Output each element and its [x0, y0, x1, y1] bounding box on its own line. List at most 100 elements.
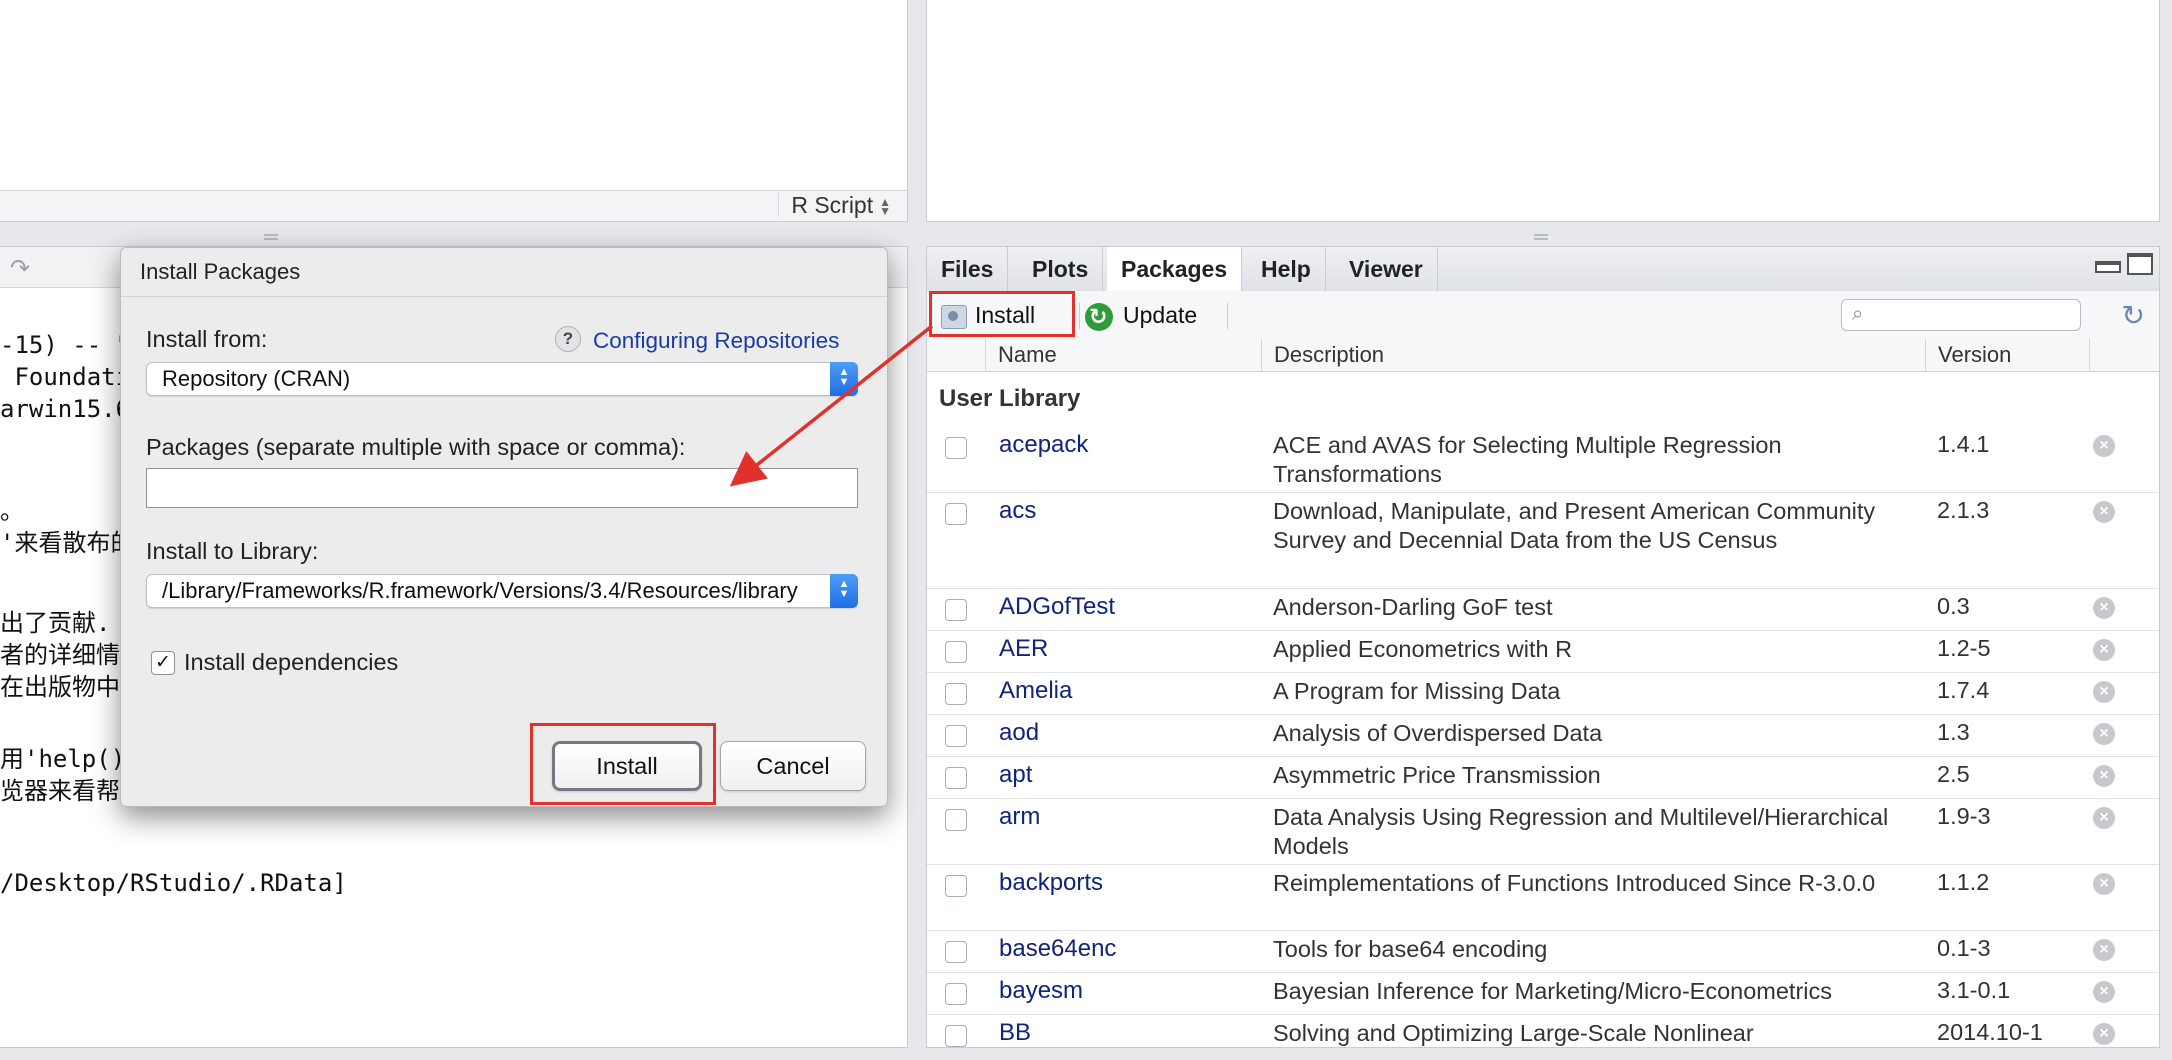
- package-name-link[interactable]: acs: [999, 497, 1036, 525]
- package-version: 2014.10-1: [1937, 1019, 2043, 1045]
- packages-pane: Files Plots Packages Help Viewer Install…: [926, 246, 2160, 1048]
- package-checkbox[interactable]: [945, 683, 967, 705]
- console-line: Foundati: [0, 363, 131, 391]
- horizontal-splitter-right[interactable]: [1534, 234, 1548, 240]
- source-status-bar: R Script ▲ ▼: [0, 190, 907, 221]
- select-arrows-icon: ▲ ▼: [830, 574, 858, 608]
- packages-toolbar: Install Update ⌕ ↻: [927, 291, 2159, 340]
- update-icon: [1085, 299, 1113, 335]
- refresh-icon[interactable]: ↻: [2122, 299, 2145, 332]
- remove-package-icon[interactable]: ×: [2093, 639, 2115, 661]
- remove-package-icon[interactable]: ×: [2093, 873, 2115, 895]
- package-checkbox[interactable]: [945, 875, 967, 897]
- package-name-link[interactable]: backports: [999, 869, 1103, 897]
- configuring-repositories-link[interactable]: Configuring Repositories: [593, 328, 839, 354]
- console-line: 览器来看帮: [0, 777, 120, 805]
- remove-package-icon[interactable]: ×: [2093, 981, 2115, 1003]
- remove-package-icon[interactable]: ×: [2093, 681, 2115, 703]
- search-icon: ⌕: [1852, 303, 1864, 325]
- package-description: Download, Manipulate, and Present Americ…: [1273, 498, 1876, 553]
- remove-package-icon[interactable]: ×: [2093, 597, 2115, 619]
- package-checkbox[interactable]: [945, 941, 967, 963]
- packages-input[interactable]: [146, 468, 858, 508]
- remove-package-icon[interactable]: ×: [2093, 435, 2115, 457]
- tab-files[interactable]: Files: [927, 247, 1009, 291]
- minimize-pane-icon[interactable]: [2095, 261, 2121, 273]
- package-name-link[interactable]: acepack: [999, 431, 1088, 459]
- table-row: Amelia A Program for Missing Data 1.7.4 …: [927, 673, 2159, 715]
- package-name-link[interactable]: arm: [999, 803, 1040, 831]
- console-line: 用'help(): [0, 745, 126, 773]
- package-checkbox[interactable]: [945, 809, 967, 831]
- remove-package-icon[interactable]: ×: [2093, 765, 2115, 787]
- tab-viewer[interactable]: Viewer: [1335, 247, 1438, 291]
- package-name-link[interactable]: AER: [999, 635, 1048, 663]
- table-row: acepack ACE and AVAS for Selecting Multi…: [927, 427, 2159, 493]
- horizontal-splitter-left[interactable]: [264, 234, 278, 240]
- package-name-link[interactable]: ADGofTest: [999, 593, 1115, 621]
- remove-package-icon[interactable]: ×: [2093, 939, 2115, 961]
- package-version: 0.1-3: [1937, 935, 1991, 961]
- install-to-library-label: Install to Library:: [146, 538, 319, 564]
- install-packages-dialog: Install Packages Install from: ? Configu…: [120, 247, 888, 807]
- script-type-selector[interactable]: R Script ▲ ▼: [778, 193, 899, 217]
- console-line: /Desktop/RStudio/.RData]: [0, 869, 347, 897]
- install-button[interactable]: Install: [552, 741, 702, 791]
- column-header-description[interactable]: Description: [1261, 339, 1925, 371]
- user-library-heading: User Library: [939, 385, 1081, 412]
- table-row: apt Asymmetric Price Transmission 2.5 ×: [927, 757, 2159, 799]
- package-name-link[interactable]: bayesm: [999, 977, 1083, 1005]
- package-checkbox[interactable]: [945, 503, 967, 525]
- package-checkbox[interactable]: [945, 1025, 967, 1047]
- table-row: aod Analysis of Overdispersed Data 1.3 ×: [927, 715, 2159, 757]
- remove-package-icon[interactable]: ×: [2093, 1023, 2115, 1045]
- install-to-library-select[interactable]: /Library/Frameworks/R.framework/Versions…: [146, 574, 858, 608]
- package-version: 2.1.3: [1937, 497, 1990, 523]
- update-packages-button[interactable]: Update: [1085, 297, 1197, 335]
- package-name-link[interactable]: BB: [999, 1019, 1031, 1047]
- help-icon[interactable]: ?: [555, 326, 581, 352]
- install-dependencies-checkbox[interactable]: ✓: [151, 651, 175, 675]
- package-checkbox[interactable]: [945, 641, 967, 663]
- remove-package-icon[interactable]: ×: [2093, 723, 2115, 745]
- updown-arrows-icon: ▲ ▼: [879, 194, 891, 218]
- tab-help[interactable]: Help: [1247, 247, 1326, 291]
- install-dependencies-label: Install dependencies: [184, 649, 399, 675]
- package-name-link[interactable]: aod: [999, 719, 1039, 747]
- dialog-title: Install Packages: [121, 248, 887, 297]
- package-description: A Program for Missing Data: [1273, 678, 1561, 704]
- column-header-version[interactable]: Version: [1925, 339, 2089, 371]
- package-name-link[interactable]: apt: [999, 761, 1032, 789]
- remove-package-icon[interactable]: ×: [2093, 807, 2115, 829]
- install-from-select[interactable]: Repository (CRAN) ▲ ▼: [146, 362, 858, 396]
- package-checkbox[interactable]: [945, 599, 967, 621]
- forward-arrow-icon[interactable]: ↷: [10, 254, 40, 282]
- package-description: Tools for base64 encoding: [1273, 936, 1548, 962]
- tab-plots[interactable]: Plots: [1018, 247, 1104, 291]
- remove-package-icon[interactable]: ×: [2093, 501, 2115, 523]
- column-header-remove: [2089, 339, 2159, 371]
- package-description: ACE and AVAS for Selecting Multiple Regr…: [1273, 432, 1782, 487]
- package-checkbox[interactable]: [945, 983, 967, 1005]
- source-pane: R Script ▲ ▼: [0, 0, 908, 222]
- package-checkbox[interactable]: [945, 725, 967, 747]
- tab-packages[interactable]: Packages: [1107, 247, 1243, 292]
- maximize-pane-icon[interactable]: [2127, 253, 2153, 275]
- package-version: 1.3: [1937, 719, 1970, 745]
- select-arrows-icon: ▲ ▼: [830, 362, 858, 396]
- package-search-input[interactable]: ⌕: [1841, 299, 2081, 331]
- package-version: 1.9-3: [1937, 803, 1991, 829]
- script-type-label: R Script: [791, 192, 874, 218]
- package-checkbox[interactable]: [945, 437, 967, 459]
- package-checkbox[interactable]: [945, 767, 967, 789]
- column-header-name[interactable]: Name: [985, 339, 1261, 371]
- install-from-label: Install from:: [146, 326, 268, 352]
- cancel-button[interactable]: Cancel: [720, 741, 866, 791]
- packages-table-header: Name Description Version: [927, 339, 2159, 372]
- packages-table-body: User Library acepack ACE and AVAS for Se…: [927, 371, 2159, 1047]
- toolbar-separator: [1227, 303, 1228, 329]
- package-name-link[interactable]: Amelia: [999, 677, 1072, 705]
- console-line: 者的详细情: [0, 641, 120, 669]
- package-name-link[interactable]: base64enc: [999, 935, 1116, 963]
- table-row: backports Reimplementations of Functions…: [927, 865, 2159, 931]
